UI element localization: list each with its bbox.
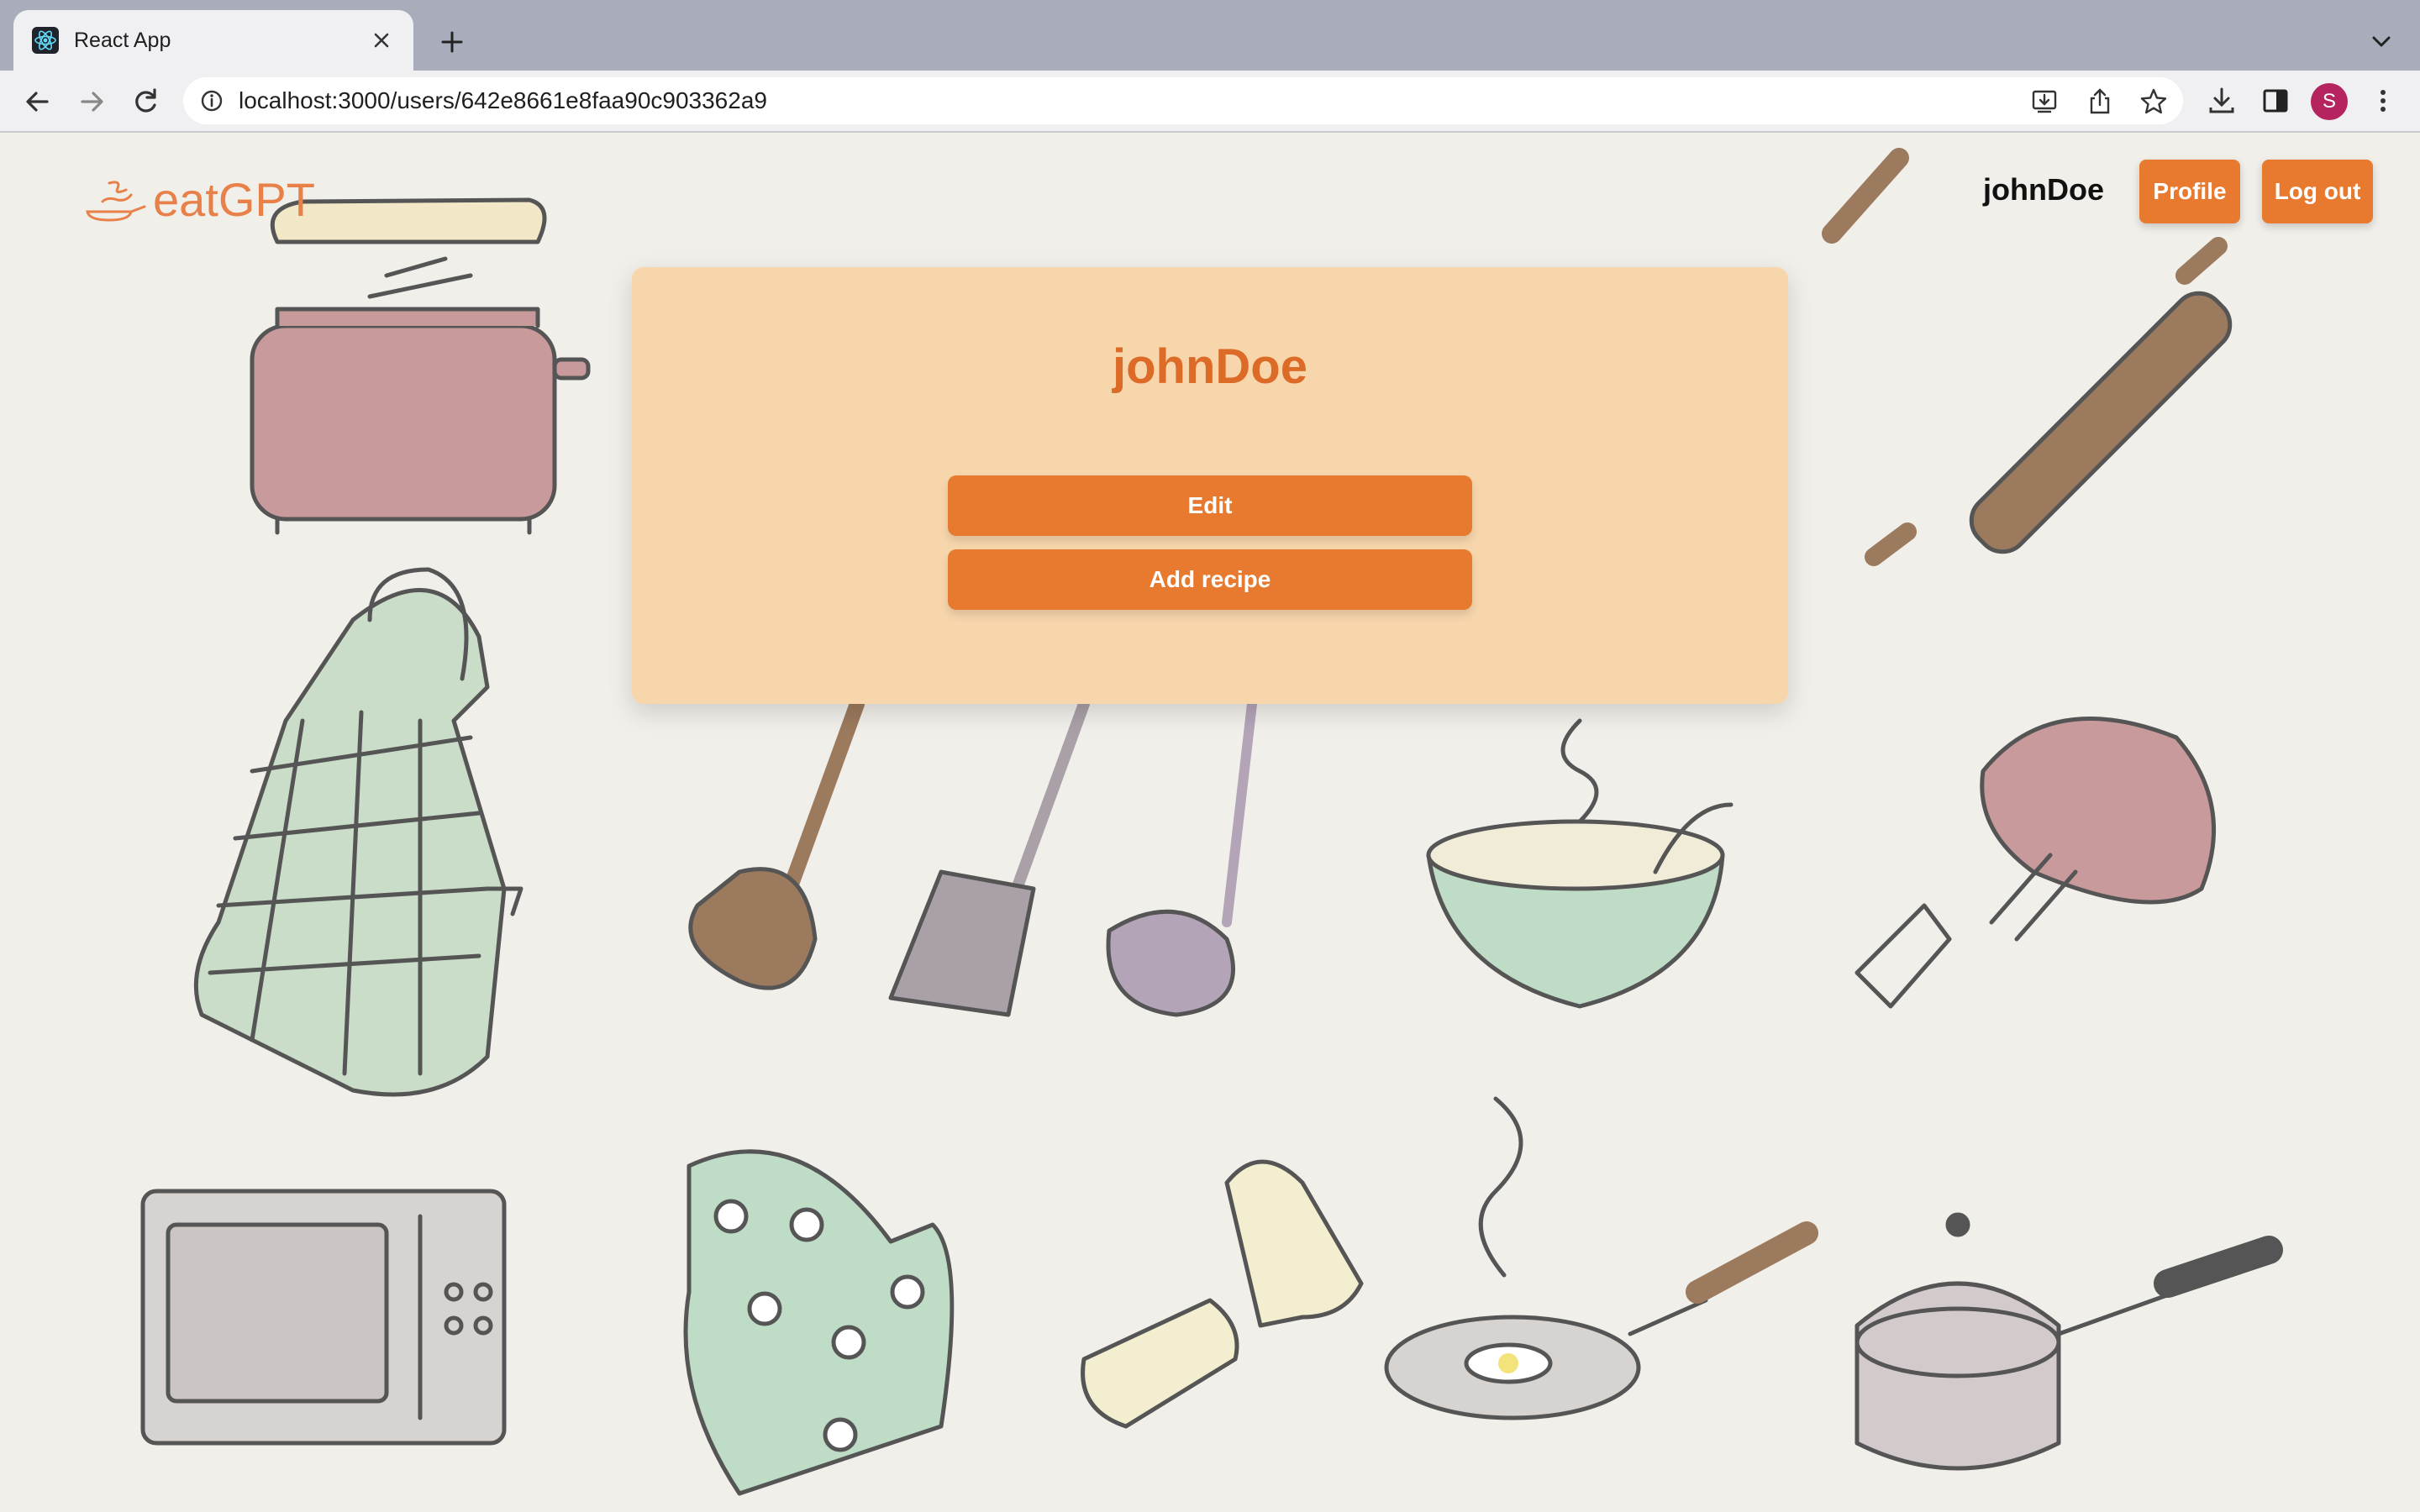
spoon-doodle: [688, 696, 865, 990]
share-icon[interactable]: [2084, 86, 2116, 118]
spatula-doodle: [888, 698, 1090, 1017]
reload-icon[interactable]: [126, 82, 165, 121]
avatar[interactable]: S: [2311, 83, 2348, 120]
url-text[interactable]: localhost:3000/users/642e8661e8faa90c903…: [239, 87, 767, 114]
browser-toolbar: localhost:3000/users/642e8661e8faa90c903…: [0, 71, 2420, 133]
browser-tab[interactable]: React App: [13, 10, 413, 71]
address-bar[interactable]: localhost:3000/users/642e8661e8faa90c903…: [183, 77, 2183, 124]
edit-button[interactable]: Edit: [948, 475, 1472, 536]
download-icon[interactable]: [2203, 82, 2240, 119]
back-arrow-icon[interactable]: [18, 82, 57, 121]
logout-button[interactable]: Log out: [2262, 160, 2373, 223]
plus-icon[interactable]: [435, 25, 469, 59]
oven-mitt-doodle: [683, 1149, 955, 1496]
microwave-doodle: [140, 1189, 507, 1446]
install-icon[interactable]: [2028, 86, 2060, 118]
logo-text: eatGPT: [153, 173, 315, 226]
cooking-pan-logo-icon: [86, 181, 146, 222]
apron-doodle: [193, 567, 523, 1097]
profile-button[interactable]: Profile: [2139, 160, 2240, 223]
nav-username: johnDoe: [1983, 172, 2104, 207]
mixer-doodle: [1854, 717, 2216, 1009]
more-vert-icon[interactable]: [2365, 82, 2402, 119]
tab-title: React App: [74, 29, 171, 52]
profile-username-title: johnDoe: [1113, 339, 1307, 394]
chevron-down-icon[interactable]: [2365, 25, 2398, 59]
bowl-doodle: [1426, 718, 1733, 1009]
salt-pepper-doodle: [1081, 1159, 1364, 1429]
close-icon[interactable]: [366, 25, 397, 55]
add-recipe-button[interactable]: Add recipe: [948, 549, 1472, 610]
toaster-doodle: [250, 197, 591, 535]
page-viewport: eatGPT johnDoe Profile Log out johnDoe E…: [0, 133, 2420, 1512]
browser-tab-strip: React App: [0, 0, 2420, 71]
react-favicon-icon: [32, 27, 59, 54]
info-icon[interactable]: [198, 87, 225, 114]
saucepan-doodle: [1854, 1212, 2283, 1471]
profile-card: johnDoe Edit Add recipe: [632, 267, 1788, 704]
forward-arrow-icon[interactable]: [72, 82, 111, 121]
star-icon[interactable]: [2138, 86, 2170, 118]
ladle-doodle: [1106, 699, 1257, 1017]
side-panel-icon[interactable]: [2257, 82, 2294, 119]
frying-pan-doodle: [1384, 1096, 1818, 1420]
